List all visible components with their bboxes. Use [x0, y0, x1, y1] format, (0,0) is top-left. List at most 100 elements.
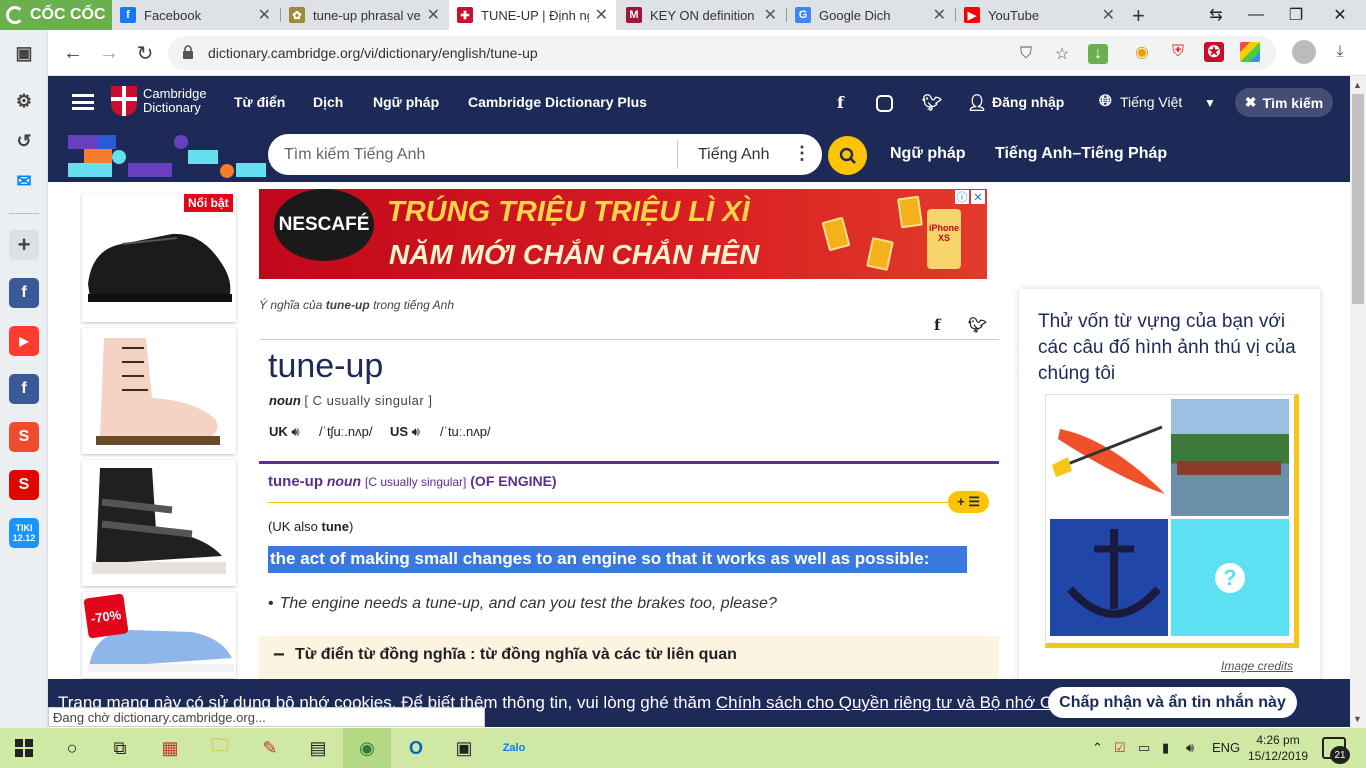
- share-twitter-icon[interactable]: 🐦︎: [968, 316, 987, 334]
- nescafe-banner-ad[interactable]: NESCAFÉ TRÚNG TRIỆU TRIỆU LÌ XÌ NĂM MỚI …: [259, 189, 987, 279]
- downloads-icon[interactable]: ⤓: [1330, 42, 1350, 62]
- close-tab-icon[interactable]: ✕: [933, 5, 946, 25]
- login-link[interactable]: Đăng nhập: [992, 94, 1064, 110]
- nav-dictionary[interactable]: Từ điển: [234, 94, 285, 110]
- collapse-icon[interactable]: −: [273, 644, 285, 667]
- quiz-tile-barge[interactable]: [1171, 399, 1289, 516]
- tray-chevron-icon[interactable]: ⌃: [1092, 740, 1103, 756]
- close-tab-icon[interactable]: ✕: [258, 5, 271, 25]
- coccoc-taskbar-icon[interactable]: ◉: [353, 734, 381, 762]
- shopee-shortcut-icon[interactable]: S: [9, 422, 39, 452]
- dictionary-language[interactable]: Tiếng Anh: [698, 146, 769, 164]
- us-audio-icon[interactable]: 🔊︎: [412, 424, 420, 439]
- shield-icon[interactable]: ⛉: [1016, 44, 1036, 64]
- forward-icon[interactable]: →: [96, 40, 122, 66]
- add-shortcut-icon[interactable]: +: [9, 230, 39, 260]
- coccoc-logo[interactable]: CỐC CỐC: [0, 0, 112, 30]
- ad-close-icon[interactable]: ✕: [971, 190, 985, 204]
- search-box[interactable]: Tìm kiếm Tiếng Anh Tiếng Anh ⋮: [268, 134, 822, 175]
- nav-grammar[interactable]: Ngữ pháp: [373, 94, 439, 110]
- shoe-ad-1[interactable]: Nổi bật: [82, 194, 236, 322]
- scroll-up-icon[interactable]: ▲: [1353, 80, 1362, 90]
- history-icon[interactable]: ↺: [9, 126, 39, 156]
- sidebar-toggle-icon[interactable]: ▣: [9, 38, 39, 68]
- close-tab-icon[interactable]: ✕: [427, 5, 440, 25]
- maximize-icon[interactable]: ❐: [1276, 0, 1316, 30]
- instagram-icon[interactable]: [876, 95, 893, 112]
- close-window-icon[interactable]: ✕: [1320, 0, 1360, 30]
- quiz-tile-mystery[interactable]: ?: [1171, 519, 1289, 636]
- tab-google-translate[interactable]: G Google Dich ✕: [787, 0, 954, 30]
- app-grid-icon[interactable]: ▦: [156, 734, 184, 762]
- cambridge-logo[interactable]: Cambridge Dictionary: [111, 86, 207, 116]
- close-tab-icon[interactable]: ✕: [595, 5, 608, 25]
- menu-icon[interactable]: [72, 94, 94, 110]
- uk-audio-icon[interactable]: 🔊︎: [291, 424, 299, 439]
- sendo-shortcut-icon[interactable]: S: [9, 470, 39, 500]
- download-ext-icon[interactable]: ↓: [1088, 44, 1108, 64]
- page-scrollbar[interactable]: ▲ ▼: [1350, 76, 1366, 728]
- tab-cambridge[interactable]: ✚ TUNE-UP | Định nghĩa ✕: [449, 0, 616, 30]
- new-tab-icon[interactable]: +: [1132, 3, 1145, 29]
- tab-list-icon[interactable]: ⇆: [1196, 0, 1236, 30]
- back-icon[interactable]: ←: [60, 40, 86, 66]
- tab-youtube[interactable]: ▶ YouTube ✕: [956, 0, 1123, 30]
- network-icon[interactable]: ▮: [1162, 740, 1169, 756]
- close-tab-icon[interactable]: ✕: [1102, 5, 1115, 25]
- share-facebook-icon[interactable]: f: [934, 316, 940, 334]
- picture-quiz-panel[interactable]: Thử vốn từ vựng của bạn với các câu đố h…: [1019, 289, 1320, 689]
- messenger-icon[interactable]: ✉: [9, 166, 39, 196]
- reload-icon[interactable]: ↻: [132, 40, 158, 66]
- minimize-icon[interactable]: —: [1236, 0, 1276, 30]
- task-view-icon[interactable]: ⧉: [106, 734, 134, 762]
- shoe-ad-2[interactable]: [82, 328, 236, 454]
- language-selector[interactable]: Tiếng Việt: [1120, 94, 1182, 110]
- profile-avatar[interactable]: [1292, 40, 1316, 64]
- quiz-tile-anchor[interactable]: [1050, 519, 1168, 636]
- tab-facebook[interactable]: f Facebook ✕: [112, 0, 279, 30]
- system-clock[interactable]: 4:26 pm 15/12/2019: [1248, 732, 1308, 764]
- facebook-shortcut-icon[interactable]: f: [9, 278, 39, 308]
- ad-info-icon[interactable]: ⓘ: [955, 190, 969, 204]
- facebook-icon[interactable]: f: [837, 93, 844, 112]
- volume-icon[interactable]: 🔊︎: [1186, 740, 1194, 756]
- thesaurus-bar[interactable]: − Từ điển từ đồng nghĩa : từ đồng nghĩa …: [259, 636, 999, 680]
- paint-icon[interactable]: ✎: [256, 734, 284, 762]
- search-button[interactable]: [828, 136, 867, 175]
- search-input[interactable]: Tìm kiếm Tiếng Anh: [284, 146, 425, 164]
- privacy-policy-link[interactable]: Chính sách cho Quyền riêng tư và Bộ nhớ …: [716, 693, 1101, 712]
- tab-phrasal-verb[interactable]: ✿ tune-up phrasal verb ✕: [281, 0, 448, 30]
- file-explorer-icon[interactable]: 🗀︎: [206, 734, 234, 762]
- input-language[interactable]: ENG: [1212, 740, 1240, 755]
- chevron-down-icon[interactable]: ▼: [1204, 96, 1216, 110]
- sticky-notes-icon[interactable]: ▤: [304, 734, 332, 762]
- youtube-shortcut-icon[interactable]: ▶: [9, 326, 39, 356]
- windows-start-icon[interactable]: [10, 734, 38, 762]
- scroll-down-icon[interactable]: ▼: [1353, 714, 1362, 724]
- adblock-icon[interactable]: ⛨: [1168, 42, 1188, 62]
- grammar-link[interactable]: Ngữ pháp: [890, 145, 966, 163]
- more-options-icon[interactable]: ⋮: [793, 143, 811, 164]
- coccoc-ext-icon[interactable]: ◉: [1132, 42, 1152, 62]
- facebook-shortcut-icon[interactable]: f: [9, 374, 39, 404]
- search-toggle-button[interactable]: ✖ Tìm kiếm: [1235, 88, 1333, 117]
- nav-translate[interactable]: Dịch: [313, 94, 343, 110]
- color-ext-icon[interactable]: [1240, 42, 1260, 62]
- tray-app-icon[interactable]: ☑: [1114, 740, 1126, 756]
- shoe-ad-3[interactable]: [82, 460, 236, 586]
- battery-icon[interactable]: ▭: [1138, 740, 1150, 756]
- outlook-icon[interactable]: O: [402, 734, 430, 762]
- add-to-wordlist-button[interactable]: + ☰: [948, 491, 989, 513]
- pdf-ext-icon[interactable]: ✪: [1204, 42, 1224, 62]
- address-bar[interactable]: dictionary.cambridge.org/vi/dictionary/e…: [168, 36, 1276, 70]
- tiki-shortcut-icon[interactable]: TIKI 12.12: [9, 518, 39, 548]
- accept-cookies-button[interactable]: Chấp nhận và ẩn tin nhắn này: [1048, 687, 1297, 718]
- user-icon[interactable]: 👤︎: [967, 93, 987, 113]
- quiz-tile-kayak[interactable]: [1050, 399, 1168, 516]
- photo-app-icon[interactable]: ▣: [450, 734, 478, 762]
- tab-collins[interactable]: M KEY ON definition fro ✕: [618, 0, 785, 30]
- globe-icon[interactable]: 🌐︎: [1099, 93, 1112, 111]
- scrollbar-thumb[interactable]: [1352, 94, 1364, 304]
- zalo-icon[interactable]: Zalo: [500, 734, 528, 762]
- close-tab-icon[interactable]: ✕: [764, 5, 777, 25]
